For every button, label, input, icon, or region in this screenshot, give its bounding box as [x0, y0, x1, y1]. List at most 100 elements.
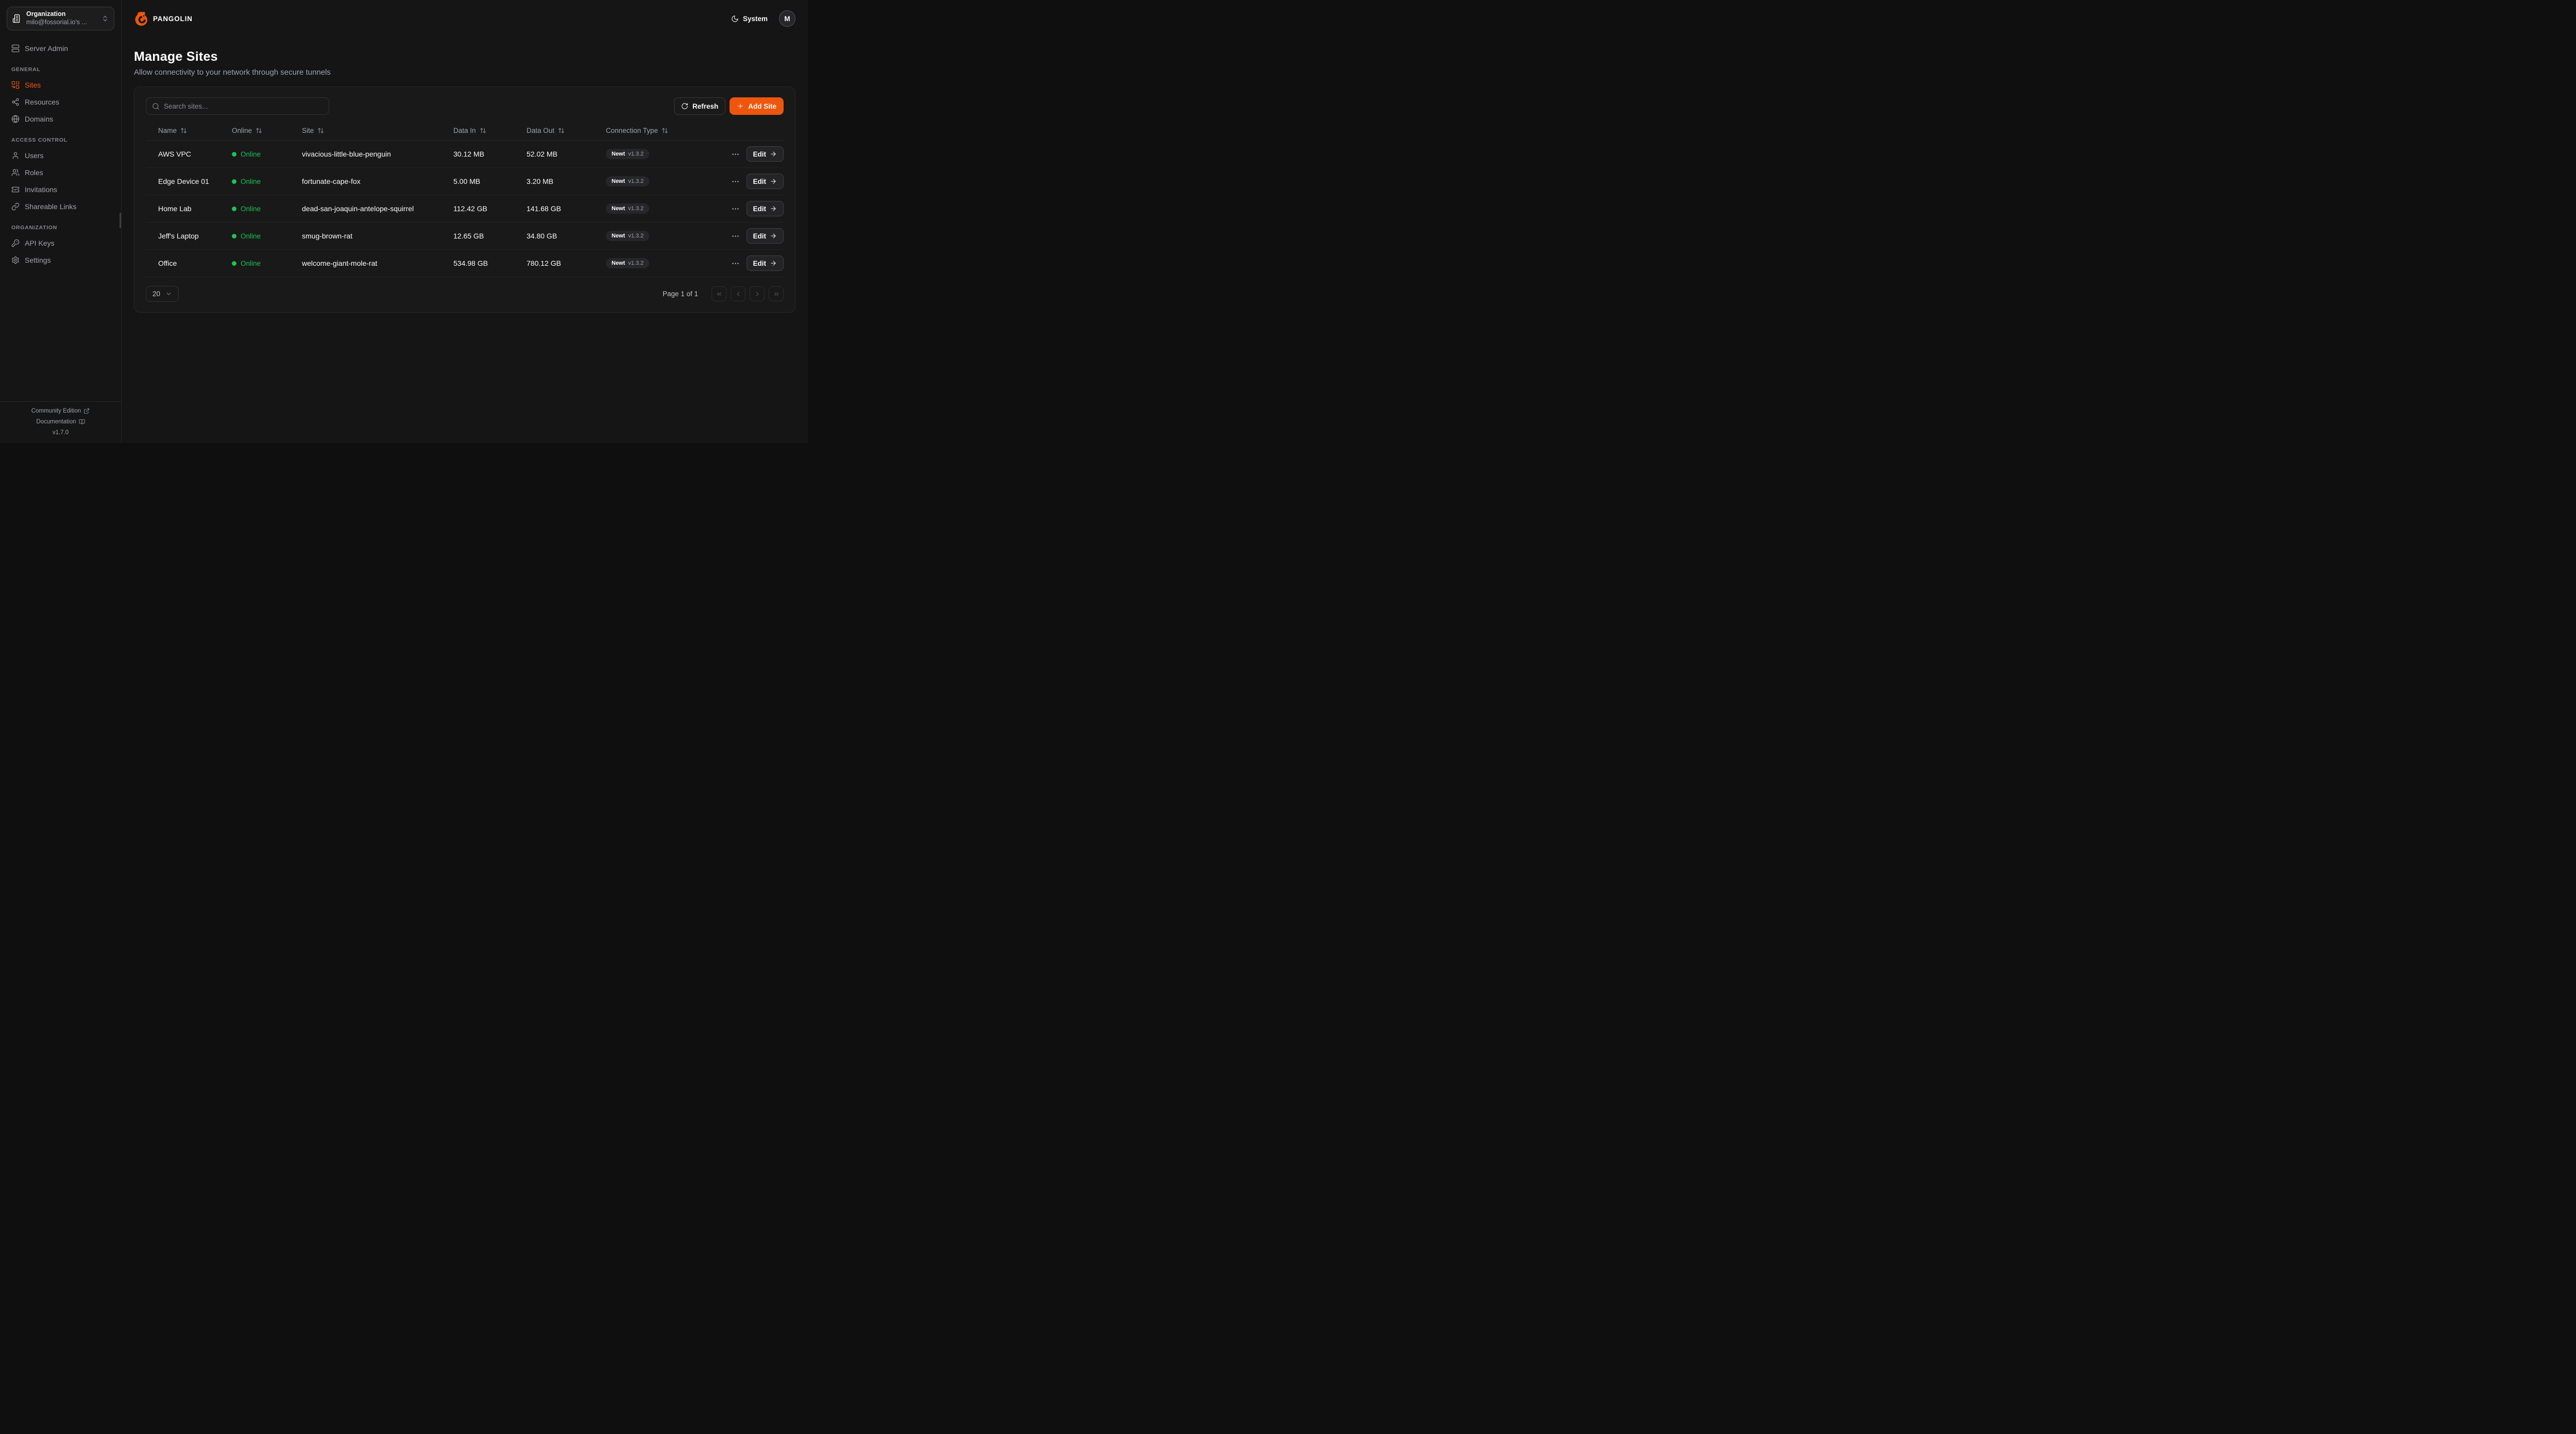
- online-label: Online: [241, 178, 261, 185]
- cell-data-out: 52.02 MB: [527, 150, 606, 158]
- table-row: Jeff's Laptop Online smug-brown-rat 12.6…: [146, 223, 784, 250]
- sidebar-item-users[interactable]: Users: [6, 147, 115, 164]
- sidebar-item-resources[interactable]: Resources: [6, 93, 115, 110]
- users-icon: [11, 168, 20, 177]
- community-edition-link[interactable]: Community Edition: [31, 408, 90, 414]
- cell-actions: Edit: [728, 146, 784, 162]
- sidebar-item-label: Settings: [25, 256, 51, 264]
- org-selector[interactable]: Organization milo@fossorial.io's ...: [7, 7, 114, 30]
- edit-button[interactable]: Edit: [747, 255, 784, 271]
- cell-online: Online: [232, 205, 302, 213]
- more-horizontal-icon: [731, 150, 740, 159]
- community-edition-label: Community Edition: [31, 408, 81, 414]
- moon-icon: [731, 15, 739, 23]
- connection-version-label: v1.3.2: [628, 260, 643, 266]
- connection-type-label: Newt: [612, 260, 625, 266]
- cell-data-in: 112.42 GB: [453, 204, 527, 213]
- cell-online: Online: [232, 150, 302, 158]
- page-size-select[interactable]: 20: [146, 286, 179, 302]
- chevron-right-icon: [754, 291, 761, 298]
- toolbar-actions: Refresh Add Site: [674, 97, 784, 115]
- sort-icon: [256, 127, 262, 134]
- cell-connection-type: Newtv1.3.2: [606, 231, 728, 241]
- row-menu-button[interactable]: [731, 259, 740, 268]
- connection-badge: Newtv1.3.2: [606, 258, 649, 268]
- globe-icon: [11, 115, 20, 123]
- sidebar-item-api-keys[interactable]: API Keys: [6, 234, 115, 251]
- brand[interactable]: PANGOLIN: [134, 11, 193, 26]
- resources-icon: [11, 98, 20, 106]
- column-label: Data Out: [527, 127, 554, 134]
- row-menu-button[interactable]: [731, 204, 740, 213]
- sidebar-item-domains[interactable]: Domains: [6, 110, 115, 127]
- search-input[interactable]: [164, 103, 323, 110]
- edit-button[interactable]: Edit: [747, 174, 784, 189]
- theme-toggle[interactable]: System: [731, 15, 768, 23]
- refresh-button[interactable]: Refresh: [674, 97, 725, 115]
- chevron-left-icon: [735, 291, 742, 298]
- chevron-down-icon: [165, 291, 172, 297]
- sidebar-item-label: Server Admin: [25, 44, 68, 53]
- page-header: Manage Sites Allow connectivity to your …: [122, 37, 808, 77]
- prev-page-button[interactable]: [731, 286, 745, 301]
- cell-name: Office: [158, 259, 232, 267]
- sort-icon: [480, 127, 486, 134]
- cell-site: dead-san-joaquin-antelope-squirrel: [302, 204, 453, 213]
- sidebar-item-sites[interactable]: Sites: [6, 76, 115, 93]
- avatar[interactable]: M: [779, 10, 795, 27]
- column-header-site[interactable]: Site: [302, 127, 453, 134]
- add-site-button[interactable]: Add Site: [730, 97, 784, 115]
- edit-button[interactable]: Edit: [747, 228, 784, 244]
- pager-right: Page 1 of 1: [663, 286, 784, 301]
- sidebar-item-label: API Keys: [25, 239, 55, 247]
- cell-name: Edge Device 01: [158, 177, 232, 185]
- app-root: Organization milo@fossorial.io's ... Ser…: [0, 0, 808, 443]
- server-icon: [11, 44, 20, 53]
- chevrons-up-down-icon: [101, 15, 109, 22]
- edit-button[interactable]: Edit: [747, 146, 784, 162]
- cell-actions: Edit: [728, 255, 784, 271]
- documentation-link[interactable]: Documentation: [36, 419, 84, 425]
- section-label-organization: ORGANIZATION: [11, 225, 110, 231]
- row-menu-button[interactable]: [731, 177, 740, 186]
- online-label: Online: [241, 260, 261, 267]
- page-size-value: 20: [152, 290, 160, 298]
- sidebar-item-label: Roles: [25, 168, 43, 177]
- sidebar-item-shareable-links[interactable]: Shareable Links: [6, 198, 115, 215]
- last-page-button[interactable]: [769, 286, 784, 301]
- pager-buttons: [711, 286, 784, 301]
- column-header-connection-type[interactable]: Connection Type: [606, 127, 728, 134]
- row-menu-button[interactable]: [731, 232, 740, 241]
- sidebar-scrollbar-thumb[interactable]: [120, 213, 121, 228]
- column-header-online[interactable]: Online: [232, 127, 302, 134]
- first-page-button[interactable]: [711, 286, 726, 301]
- theme-label: System: [743, 15, 768, 23]
- page-info: Page 1 of 1: [663, 290, 698, 298]
- row-menu-button[interactable]: [731, 150, 740, 159]
- next-page-button[interactable]: [750, 286, 765, 301]
- section-label-general: GENERAL: [11, 66, 110, 73]
- sites-card: Refresh Add Site Name Online Site Data I…: [134, 87, 795, 313]
- chevrons-right-icon: [773, 291, 780, 298]
- column-header-data-in[interactable]: Data In: [453, 127, 527, 134]
- arrow-right-icon: [770, 150, 777, 158]
- sidebar-item-label: Domains: [25, 115, 53, 123]
- sidebar-item-server-admin[interactable]: Server Admin: [6, 40, 115, 57]
- org-value: milo@fossorial.io's ...: [26, 19, 97, 27]
- column-header-name[interactable]: Name: [158, 127, 232, 134]
- cell-data-out: 141.68 GB: [527, 204, 606, 213]
- table-row: Home Lab Online dead-san-joaquin-antelop…: [146, 195, 784, 223]
- sidebar-item-label: Invitations: [25, 185, 57, 194]
- connection-version-label: v1.3.2: [628, 206, 643, 212]
- page-title: Manage Sites: [134, 49, 795, 64]
- connection-badge: Newtv1.3.2: [606, 149, 649, 159]
- sidebar-item-settings[interactable]: Settings: [6, 251, 115, 268]
- main-area: PANGOLIN System M Manage Sites Allow con…: [122, 0, 808, 443]
- sidebar-item-roles[interactable]: Roles: [6, 164, 115, 181]
- key-icon: [11, 239, 20, 247]
- sidebar-item-invitations[interactable]: Invitations: [6, 181, 115, 198]
- edit-button[interactable]: Edit: [747, 201, 784, 216]
- online-label: Online: [241, 150, 261, 158]
- column-header-data-out[interactable]: Data Out: [527, 127, 606, 134]
- column-label: Connection Type: [606, 127, 658, 134]
